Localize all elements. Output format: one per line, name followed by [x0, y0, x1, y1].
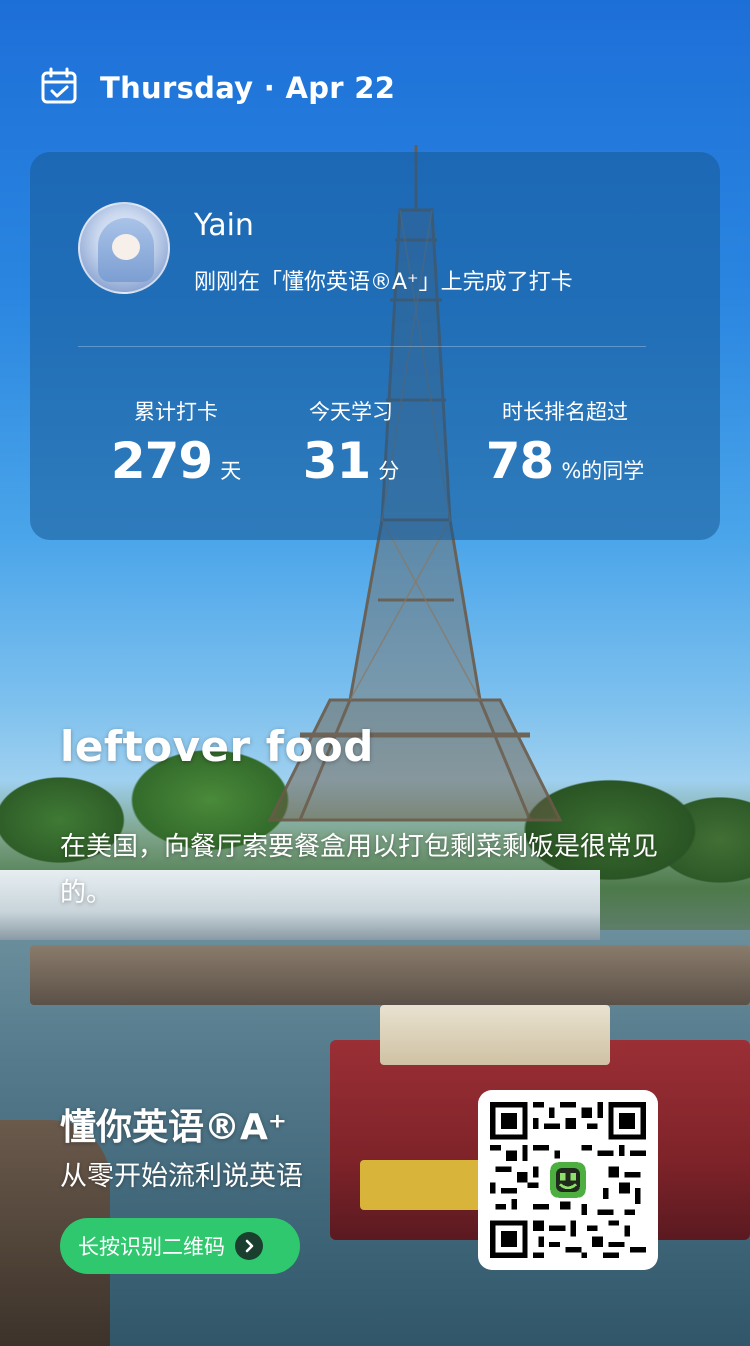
- vocabulary-word: leftover food: [60, 722, 374, 771]
- share-card-screen: Thursday · Apr 22 Yain 刚刚在「懂你英语®A⁺」上完成了打…: [0, 0, 750, 1346]
- date-header: Thursday · Apr 22: [40, 67, 396, 109]
- stat-ranking: 时长排名超过 78 %的同学: [470, 396, 660, 490]
- check-in-status: 刚刚在「懂你英语®A⁺」上完成了打卡: [194, 270, 573, 295]
- card-divider: [78, 346, 646, 347]
- stat-value: 279: [110, 432, 213, 490]
- stat-today-minutes: 今天学习 31 分: [276, 396, 426, 490]
- chevron-right-icon: [235, 1232, 263, 1260]
- stat-total-days: 累计打卡 279 天: [96, 396, 256, 490]
- example-sentence: 在美国，向餐厅索要餐盒用以打包剩菜剩饭是很常见的。: [60, 832, 659, 908]
- qr-code-icon: [490, 1102, 646, 1258]
- stat-unit: %的同学: [561, 459, 645, 483]
- qr-code[interactable]: [478, 1090, 658, 1270]
- stat-label: 累计打卡: [134, 400, 218, 424]
- avatar[interactable]: [78, 202, 170, 294]
- scan-qr-label: 长按识别二维码: [78, 1235, 225, 1259]
- scan-qr-button[interactable]: 长按识别二维码: [60, 1218, 300, 1274]
- stat-label: 今天学习: [309, 400, 393, 424]
- stat-label: 时长排名超过: [502, 400, 628, 424]
- date-label: Thursday · Apr 22: [100, 71, 396, 105]
- user-name: Yain: [194, 208, 254, 243]
- calendar-check-icon: [40, 67, 78, 109]
- stat-unit: 分: [378, 459, 400, 483]
- stat-value: 78: [485, 432, 555, 490]
- stat-unit: 天: [220, 459, 242, 483]
- stat-value: 31: [302, 432, 372, 490]
- check-in-card: Yain 刚刚在「懂你英语®A⁺」上完成了打卡 累计打卡 279 天 今天学习 …: [30, 152, 720, 540]
- brand-slogan: 从零开始流利说英语: [60, 1161, 303, 1192]
- brand-name: 懂你英语®A⁺: [60, 1107, 287, 1148]
